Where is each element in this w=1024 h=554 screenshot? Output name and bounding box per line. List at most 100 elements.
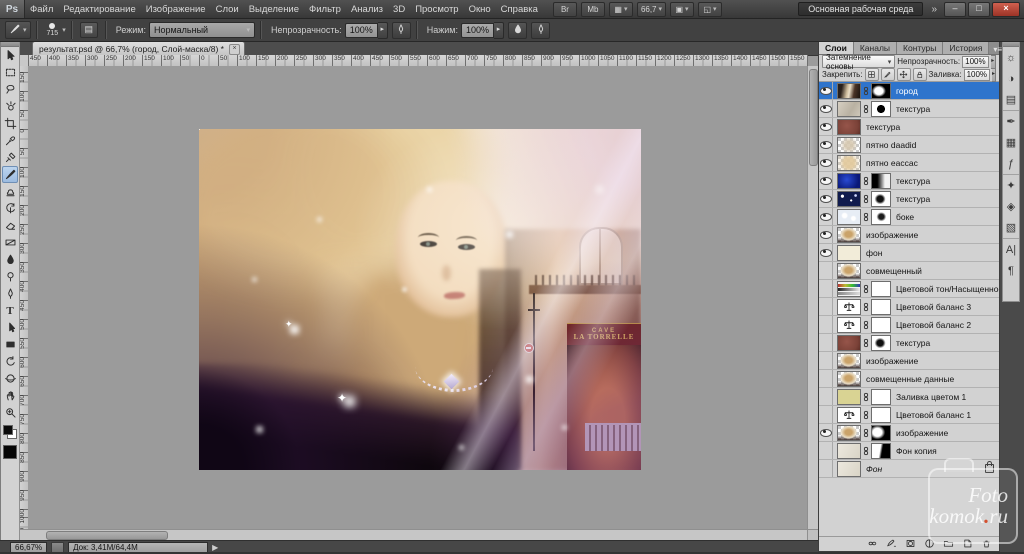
blend-mode-select[interactable]: Нормальный ▾ — [149, 22, 255, 38]
layer-visibility-toggle[interactable] — [819, 424, 833, 441]
add-layer-mask-button[interactable] — [903, 538, 917, 550]
layer-row-18[interactable]: Заливка цветом 1 — [819, 388, 999, 406]
layer-blend-mode-select[interactable]: Затемнение основы ▾ — [822, 55, 895, 68]
layer-thumbnail[interactable] — [837, 335, 861, 351]
layer-visibility-toggle[interactable] — [819, 388, 833, 405]
toggle-brush-panel-button[interactable]: ▤ — [80, 22, 98, 38]
layer-row-1[interactable]: город — [819, 82, 999, 100]
fill-dropdown[interactable]: ▸ — [992, 68, 996, 82]
layer-visibility-toggle[interactable] — [819, 316, 833, 333]
layer-mask-thumbnail[interactable] — [871, 407, 891, 423]
foreground-color-large-swatch[interactable] — [3, 445, 17, 459]
layer-row-13[interactable]: Цветовой баланс 3 — [819, 298, 999, 316]
eyedropper-tool[interactable] — [2, 132, 18, 149]
workspace-switcher-button[interactable]: Основная рабочая среда — [798, 2, 923, 16]
chevron-down-icon[interactable]: ▾ — [62, 26, 66, 34]
close-icon[interactable]: × — [229, 44, 240, 55]
effects-panel-icon[interactable]: ƒ — [1003, 153, 1019, 174]
blur-tool[interactable] — [2, 251, 18, 268]
path-selection-tool[interactable] — [2, 319, 18, 336]
layer-thumbnail[interactable] — [837, 83, 861, 99]
adjustments-panel-icon[interactable]: ☼ — [1003, 47, 1019, 68]
lock-position-button[interactable] — [897, 68, 911, 81]
layer-row-17[interactable]: совмещенные данные — [819, 370, 999, 388]
layer-comps-panel-icon[interactable]: ▧ — [1003, 217, 1019, 238]
layer-mask-thumbnail[interactable] — [871, 443, 891, 459]
layer-visibility-toggle[interactable] — [819, 280, 833, 297]
pen-tool[interactable] — [2, 285, 18, 302]
layer-row-9[interactable]: изображение — [819, 226, 999, 244]
rectangular-marquee-tool[interactable] — [2, 64, 18, 81]
view-extras-button[interactable]: ▦▾ — [609, 2, 633, 17]
layer-visibility-toggle[interactable] — [819, 172, 833, 189]
menu-item-10[interactable]: Окно — [464, 4, 496, 15]
move-tool[interactable] — [2, 47, 18, 64]
layer-row-14[interactable]: Цветовой баланс 2 — [819, 316, 999, 334]
layer-mask-thumbnail[interactable] — [871, 209, 891, 225]
menu-item-11[interactable]: Справка — [496, 4, 543, 15]
layer-visibility-toggle[interactable] — [819, 118, 833, 135]
dodge-tool[interactable] — [2, 268, 18, 285]
opacity-field[interactable]: 100% — [345, 23, 378, 38]
rectangle-tool[interactable] — [2, 336, 18, 353]
layer-row-6[interactable]: текстура — [819, 172, 999, 190]
layer-thumbnail[interactable] — [837, 407, 861, 423]
layer-opacity-field[interactable]: 100% — [962, 56, 988, 68]
panel-tab-контуры[interactable]: Контуры — [897, 41, 943, 54]
type-tool[interactable]: T — [2, 302, 18, 319]
layer-thumbnail[interactable] — [837, 353, 861, 369]
gradient-tool[interactable] — [2, 234, 18, 251]
screen-mode-button[interactable]: ◱▾ — [698, 2, 722, 17]
canvas-image[interactable]: CAVE LA TORRELLE ✦ ✦ — [199, 129, 641, 470]
crop-tool[interactable] — [2, 115, 18, 132]
flow-field[interactable]: 100% — [461, 23, 494, 38]
info-panel-icon[interactable]: ◑ — [1003, 68, 1019, 89]
layer-row-3[interactable]: текстура — [819, 118, 999, 136]
layer-row-21[interactable]: Фон копия — [819, 442, 999, 460]
canvas-viewport[interactable]: CAVE LA TORRELLE ✦ ✦ — [28, 66, 808, 530]
layer-visibility-toggle[interactable] — [819, 208, 833, 225]
layer-thumbnail[interactable] — [837, 137, 861, 153]
layer-mask-thumbnail[interactable] — [871, 335, 891, 351]
menu-item-7[interactable]: Анализ — [346, 4, 388, 15]
layer-row-4[interactable]: пятно daadid — [819, 136, 999, 154]
status-options-arrow[interactable]: ▶ — [212, 543, 218, 552]
layer-mask-thumbnail[interactable] — [871, 173, 891, 189]
layer-thumbnail[interactable] — [837, 263, 861, 279]
layer-opacity-dropdown[interactable]: ▸ — [991, 55, 996, 69]
layer-visibility-toggle[interactable] — [819, 298, 833, 315]
color-panel-icon[interactable]: ✒ — [1003, 110, 1019, 132]
layer-row-8[interactable]: боке — [819, 208, 999, 226]
styles-panel-icon[interactable]: ▦ — [1003, 132, 1019, 153]
layer-thumbnail[interactable] — [837, 173, 861, 189]
layer-thumbnail[interactable] — [837, 101, 861, 117]
tablet-pressure-opacity-button[interactable] — [392, 22, 411, 39]
layer-row-11[interactable]: совмещенный — [819, 262, 999, 280]
link-layers-button[interactable] — [865, 538, 879, 550]
mini-bridge-button[interactable]: Mb — [581, 2, 605, 17]
menu-item-2[interactable]: Редактирование — [58, 4, 140, 15]
brush-preset-picker[interactable]: 715 — [43, 23, 63, 37]
lasso-tool[interactable] — [2, 81, 18, 98]
layer-mask-thumbnail[interactable] — [871, 317, 891, 333]
layer-visibility-toggle[interactable] — [819, 136, 833, 153]
bridge-button[interactable]: Br — [553, 2, 577, 17]
foreground-color-swatch[interactable] — [3, 425, 13, 435]
panel-tab-история[interactable]: История — [943, 41, 989, 54]
layer-visibility-toggle[interactable] — [819, 262, 833, 279]
layer-thumbnail[interactable] — [837, 443, 861, 459]
layer-row-20[interactable]: изображение — [819, 424, 999, 442]
menu-item-9[interactable]: Просмотр — [410, 4, 463, 15]
layer-visibility-toggle[interactable] — [819, 100, 833, 117]
layer-thumbnail[interactable] — [837, 461, 861, 477]
opacity-dropdown-button[interactable]: ▸ — [378, 22, 388, 39]
workspace-overflow-button[interactable]: » — [931, 4, 936, 15]
layer-visibility-toggle[interactable] — [819, 190, 833, 207]
layer-visibility-toggle[interactable] — [819, 244, 833, 261]
layer-mask-thumbnail[interactable] — [871, 389, 891, 405]
layer-thumbnail[interactable] — [837, 371, 861, 387]
layer-row-10[interactable]: фон — [819, 244, 999, 262]
layer-thumbnail[interactable] — [837, 191, 861, 207]
orbit-3d-tool[interactable] — [2, 370, 18, 387]
layer-row-16[interactable]: изображение — [819, 352, 999, 370]
